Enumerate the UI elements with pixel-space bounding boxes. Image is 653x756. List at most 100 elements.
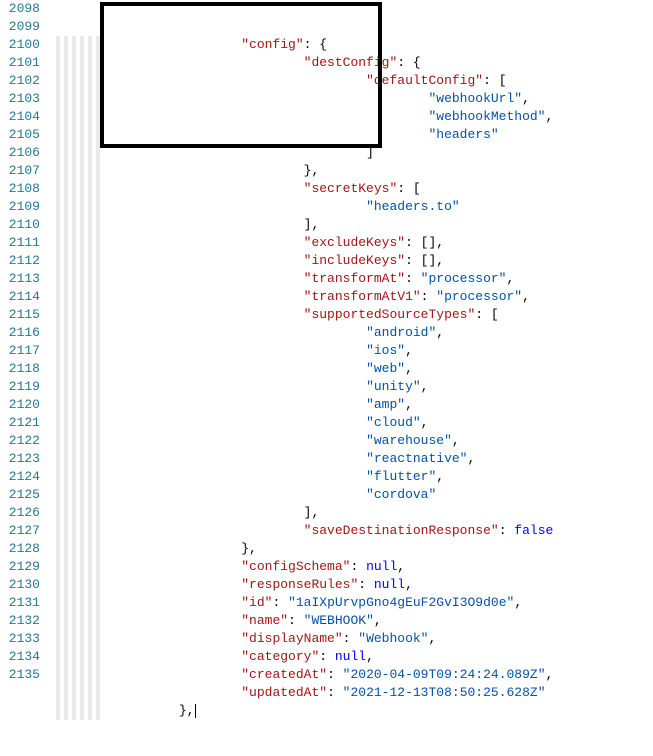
code-line[interactable]: }, xyxy=(54,162,653,180)
token-kw: null xyxy=(335,649,366,664)
token-str: "amp" xyxy=(366,397,405,412)
code-line[interactable]: "android", xyxy=(54,324,653,342)
token-str: "webhookUrl" xyxy=(428,91,522,106)
line-number: 2098 xyxy=(0,0,40,18)
code-line[interactable]: "transformAtV1": "processor", xyxy=(54,288,653,306)
token-str: "unity" xyxy=(366,379,421,394)
token-punc: : xyxy=(343,631,359,646)
token-punc: , xyxy=(405,397,413,412)
token-punc: , xyxy=(397,559,405,574)
line-number: 2134 xyxy=(0,648,40,666)
code-line[interactable]: ] xyxy=(54,144,653,162)
code-line[interactable]: "warehouse", xyxy=(54,432,653,450)
code-line[interactable]: "createdAt": "2020-04-09T09:24:24.089Z", xyxy=(54,666,653,684)
code-area[interactable]: "config": { "destConfig": { "defaultConf… xyxy=(54,0,653,692)
code-line[interactable]: }, xyxy=(54,702,653,720)
code-line[interactable]: ], xyxy=(54,504,653,522)
token-punc: , xyxy=(405,361,413,376)
token-key: "supportedSourceTypes" xyxy=(304,307,476,322)
line-number: 2108 xyxy=(0,180,40,198)
line-number: 2123 xyxy=(0,450,40,468)
token-punc: : xyxy=(358,577,374,592)
code-line[interactable]: "config": { xyxy=(54,36,653,54)
code-line[interactable]: "includeKeys": [], xyxy=(54,252,653,270)
code-line[interactable]: "ios", xyxy=(54,342,653,360)
token-punc: : { xyxy=(397,55,420,70)
code-line[interactable]: "unity", xyxy=(54,378,653,396)
token-kw: false xyxy=(514,523,553,538)
code-line[interactable]: "reactnative", xyxy=(54,450,653,468)
token-str: "Webhook" xyxy=(358,631,428,646)
token-str: "flutter" xyxy=(366,469,436,484)
line-number: 2130 xyxy=(0,576,40,594)
token-punc: : xyxy=(405,271,421,286)
token-punc: : xyxy=(272,595,288,610)
line-number: 2121 xyxy=(0,414,40,432)
code-line[interactable]: "headers" xyxy=(54,126,653,144)
token-str: "webhookMethod" xyxy=(428,109,545,124)
code-line[interactable]: ], xyxy=(54,216,653,234)
token-str: "web" xyxy=(366,361,405,376)
token-key: "config" xyxy=(241,37,303,52)
token-key: "excludeKeys" xyxy=(304,235,405,250)
token-punc: ], xyxy=(304,217,320,232)
code-editor[interactable]: 2098209921002101210221032104210521062107… xyxy=(0,0,653,692)
token-punc: ] xyxy=(366,145,374,160)
line-number: 2135 xyxy=(0,666,40,684)
line-number: 2105 xyxy=(0,126,40,144)
code-line[interactable]: "amp", xyxy=(54,396,653,414)
token-punc: , xyxy=(522,289,530,304)
code-line[interactable]: "webhookMethod", xyxy=(54,108,653,126)
token-punc: , xyxy=(546,109,554,124)
line-number: 2109 xyxy=(0,198,40,216)
token-key: "transformAtV1" xyxy=(304,289,421,304)
code-line[interactable]: "transformAt": "processor", xyxy=(54,270,653,288)
token-punc: : xyxy=(327,685,343,700)
code-line[interactable]: "updatedAt": "2021-12-13T08:50:25.628Z" xyxy=(54,684,653,702)
line-number: 2099 xyxy=(0,18,40,36)
code-line[interactable]: "headers.to" xyxy=(54,198,653,216)
line-number: 2106 xyxy=(0,144,40,162)
token-kw: null xyxy=(374,577,405,592)
code-line[interactable]: "secretKeys": [ xyxy=(54,180,653,198)
code-line[interactable]: "id": "1aIXpUrvpGno4gEuF2GvI3O9d0e", xyxy=(54,594,653,612)
line-number: 2115 xyxy=(0,306,40,324)
code-line[interactable]: "category": null, xyxy=(54,648,653,666)
line-number: 2100 xyxy=(0,36,40,54)
code-line[interactable]: "flutter", xyxy=(54,468,653,486)
code-line[interactable]: "cordova" xyxy=(54,486,653,504)
token-str: "1aIXpUrvpGno4gEuF2GvI3O9d0e" xyxy=(288,595,514,610)
code-line[interactable]: "webhookUrl", xyxy=(54,90,653,108)
line-number: 2107 xyxy=(0,162,40,180)
code-line[interactable]: "supportedSourceTypes": [ xyxy=(54,306,653,324)
token-punc: }, xyxy=(179,703,195,718)
line-number-gutter: 2098209921002101210221032104210521062107… xyxy=(0,0,54,692)
code-line[interactable]: "cloud", xyxy=(54,414,653,432)
code-line[interactable]: "responseRules": null, xyxy=(54,576,653,594)
token-key: "category" xyxy=(241,649,319,664)
line-number: 2110 xyxy=(0,216,40,234)
code-line[interactable]: "name": "WEBHOOK", xyxy=(54,612,653,630)
token-punc: , xyxy=(507,271,515,286)
token-str: "warehouse" xyxy=(366,433,452,448)
code-line[interactable]: "web", xyxy=(54,360,653,378)
code-line[interactable]: "excludeKeys": [], xyxy=(54,234,653,252)
token-punc: : [], xyxy=(405,253,444,268)
code-line[interactable]: "destConfig": { xyxy=(54,54,653,72)
token-punc: : xyxy=(499,523,515,538)
token-str: "processor" xyxy=(436,289,522,304)
token-key: "transformAt" xyxy=(304,271,405,286)
token-key: "secretKeys" xyxy=(304,181,398,196)
token-str: "reactnative" xyxy=(366,451,467,466)
line-number: 2114 xyxy=(0,288,40,306)
token-str: "cordova" xyxy=(366,487,436,502)
line-number: 2133 xyxy=(0,630,40,648)
token-str: "2021-12-13T08:50:25.628Z" xyxy=(343,685,546,700)
code-line[interactable]: "saveDestinationResponse": false xyxy=(54,522,653,540)
line-number: 2101 xyxy=(0,54,40,72)
code-line[interactable]: }, xyxy=(54,540,653,558)
code-line[interactable]: "defaultConfig": [ xyxy=(54,72,653,90)
code-line[interactable]: "configSchema": null, xyxy=(54,558,653,576)
code-line[interactable]: "displayName": "Webhook", xyxy=(54,630,653,648)
token-punc: , xyxy=(421,415,429,430)
